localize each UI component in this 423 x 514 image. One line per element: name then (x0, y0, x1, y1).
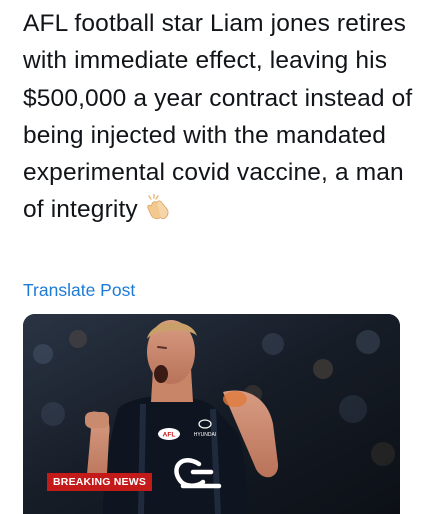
clapping-hands-icon (147, 194, 169, 220)
afl-logo: AFL (158, 428, 180, 440)
svg-text:AFL: AFL (163, 432, 176, 439)
post-text-body: AFL football star Liam jones retires wit… (23, 10, 413, 224)
svg-text:HYUNDAI: HYUNDAI (194, 432, 217, 438)
breaking-news-badge: BREAKING NEWS (47, 473, 153, 491)
news-image[interactable]: HYUNDAI AFL BREAKING NEWS (23, 314, 400, 514)
post-text: AFL football star Liam jones retires wit… (23, 5, 415, 229)
translate-post-link[interactable]: Translate Post (23, 280, 135, 301)
